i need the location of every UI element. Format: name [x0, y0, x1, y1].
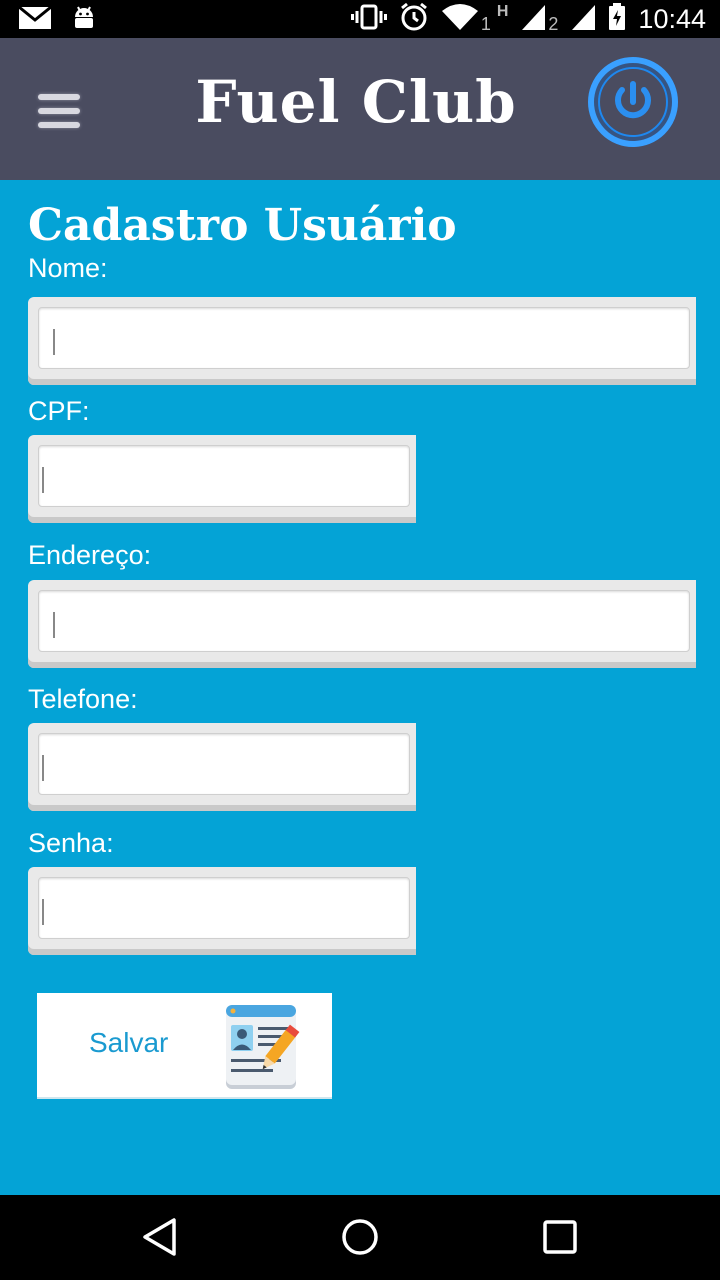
power-icon	[588, 57, 678, 147]
navigation-bar	[0, 1195, 720, 1280]
signal-icon	[570, 3, 596, 36]
phone-label: Telefone:	[28, 684, 138, 714]
phone-field-frame	[28, 723, 416, 811]
home-icon[interactable]	[340, 1217, 380, 1257]
network-type-label: H	[496, 3, 509, 20]
alarm-icon	[399, 2, 429, 37]
save-button[interactable]: Salvar	[37, 993, 332, 1097]
clock: 10:44	[638, 3, 706, 34]
address-label: Endereço:	[28, 540, 152, 570]
recents-icon[interactable]	[542, 1217, 578, 1257]
save-button-label: Salvar	[89, 1027, 169, 1058]
name-label: Nome:	[28, 253, 108, 283]
cpf-field-frame	[28, 435, 416, 523]
wifi-icon	[441, 3, 479, 36]
text-cursor	[42, 467, 44, 493]
cpf-label: CPF:	[28, 396, 90, 426]
cpf-field[interactable]	[38, 445, 410, 507]
address-field[interactable]	[38, 590, 690, 652]
text-cursor	[53, 329, 55, 355]
text-cursor	[42, 899, 44, 925]
id-card-edit-icon	[226, 1005, 300, 1089]
name-field-frame	[28, 297, 696, 385]
text-cursor	[53, 612, 55, 638]
sim2-label: 2	[548, 13, 559, 34]
signal-icon	[520, 3, 546, 36]
sim1-label: 1	[480, 13, 491, 34]
phone-field[interactable]	[38, 733, 410, 795]
password-label: Senha:	[28, 828, 114, 858]
page-title: Cadastro Usuário	[28, 200, 457, 251]
back-icon[interactable]	[140, 1217, 180, 1257]
vibrate-icon	[350, 4, 387, 35]
name-field[interactable]	[38, 307, 690, 369]
battery-charging-icon	[608, 2, 626, 36]
power-button[interactable]	[585, 54, 681, 150]
app-header: Fuel Club	[0, 38, 720, 180]
gmail-icon	[18, 5, 52, 35]
android-icon	[72, 4, 96, 37]
address-field-frame	[28, 580, 696, 668]
password-field[interactable]	[38, 877, 410, 939]
text-cursor	[42, 755, 44, 781]
password-field-frame	[28, 867, 416, 955]
status-bar: 1 H 2 10:44	[0, 0, 720, 38]
